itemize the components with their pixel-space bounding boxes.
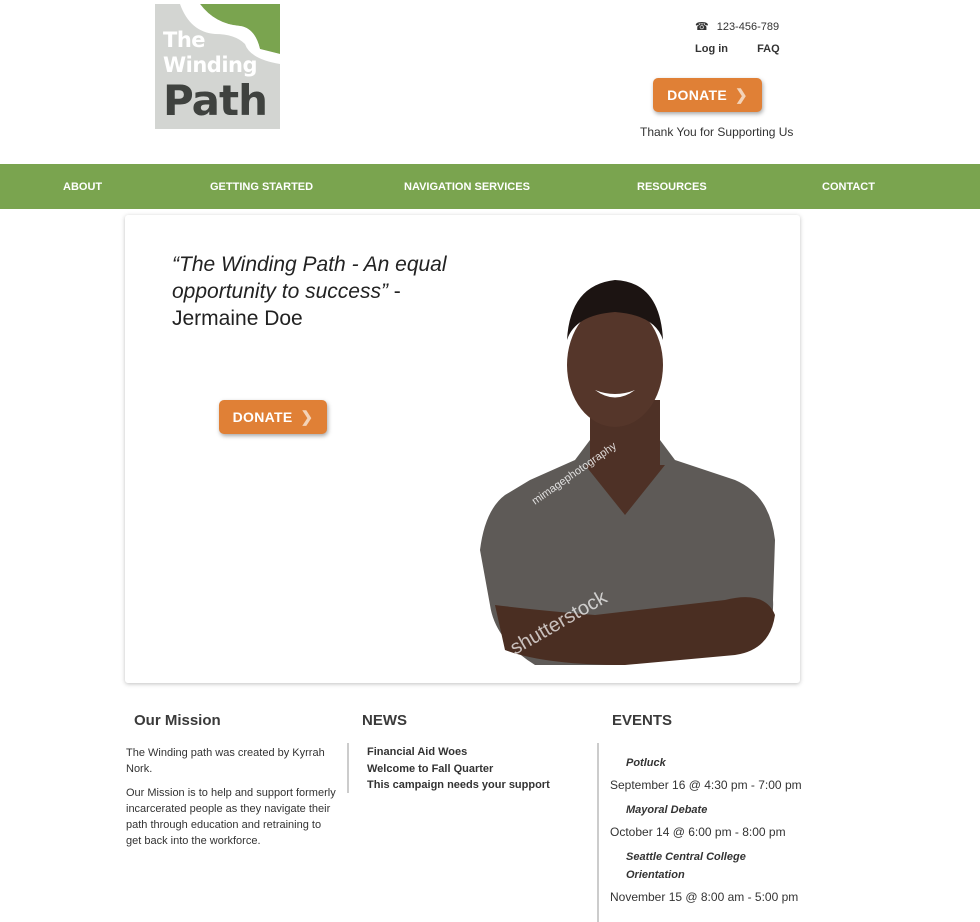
login-link[interactable]: Log in (695, 43, 728, 55)
events-divider (597, 743, 599, 922)
news-title: NEWS (362, 712, 407, 729)
nav-resources[interactable]: RESOURCES (637, 181, 707, 193)
logo-text-winding: Winding (163, 53, 258, 77)
site-logo[interactable]: The Winding Path (155, 4, 280, 129)
news-list: Financial Aid Woes Welcome to Fall Quart… (367, 744, 550, 794)
chevron-right-icon: ❯ (300, 409, 314, 426)
event-name[interactable]: Potluck (626, 754, 776, 772)
mission-text: The Winding path was created by Kyrrah N… (126, 747, 336, 847)
nav-about[interactable]: ABOUT (63, 181, 102, 193)
hero-donate-button[interactable]: DONATE ❯ (219, 400, 327, 434)
top-links: Log in FAQ (695, 43, 806, 55)
news-item[interactable]: Financial Aid Woes (367, 744, 550, 761)
event-date: September 16 @ 4:30 pm - 7:00 pm (610, 778, 802, 792)
header-donate-button[interactable]: DONATE ❯ (653, 78, 762, 112)
event-date: November 15 @ 8:00 am - 5:00 pm (610, 890, 799, 904)
news-divider (347, 743, 349, 793)
quote-author: Jermaine Doe (172, 307, 303, 330)
event-name[interactable]: Seattle Central College Orientation (626, 848, 776, 884)
faq-link[interactable]: FAQ (757, 43, 780, 55)
events-list: Potluck September 16 @ 4:30 pm - 7:00 pm… (610, 754, 802, 913)
phone-number: ☎ 123-456-789 (695, 21, 780, 33)
telephone-icon: ☎ (695, 21, 709, 33)
nav-contact[interactable]: CONTACT (822, 181, 875, 193)
main-nav: ABOUT GETTING STARTED NAVIGATION SERVICE… (0, 164, 980, 209)
hero-card: “The Winding Path - An equal opportunity… (125, 215, 800, 683)
nav-navigation-services[interactable]: NAVIGATION SERVICES (404, 181, 530, 193)
events-title: EVENTS (612, 712, 673, 729)
news-item[interactable]: Welcome to Fall Quarter (367, 761, 550, 778)
logo-text-path: Path (163, 76, 268, 125)
nav-getting-started[interactable]: GETTING STARTED (210, 181, 313, 193)
event-name[interactable]: Mayoral Debate (626, 801, 776, 819)
event-date: October 14 @ 6:00 pm - 8:00 pm (610, 825, 786, 839)
mission-title: Our Mission (134, 712, 221, 729)
news-item[interactable]: This campaign needs your support (367, 777, 550, 794)
thanks-text: Thank You for Supporting Us (640, 125, 794, 139)
hero-quote: “The Winding Path - An equal opportunity… (172, 253, 447, 330)
hero-person-photo: mimagephotography shutterstock (480, 280, 775, 665)
chevron-right-icon: ❯ (735, 87, 748, 104)
logo-text-the: The (163, 28, 206, 52)
